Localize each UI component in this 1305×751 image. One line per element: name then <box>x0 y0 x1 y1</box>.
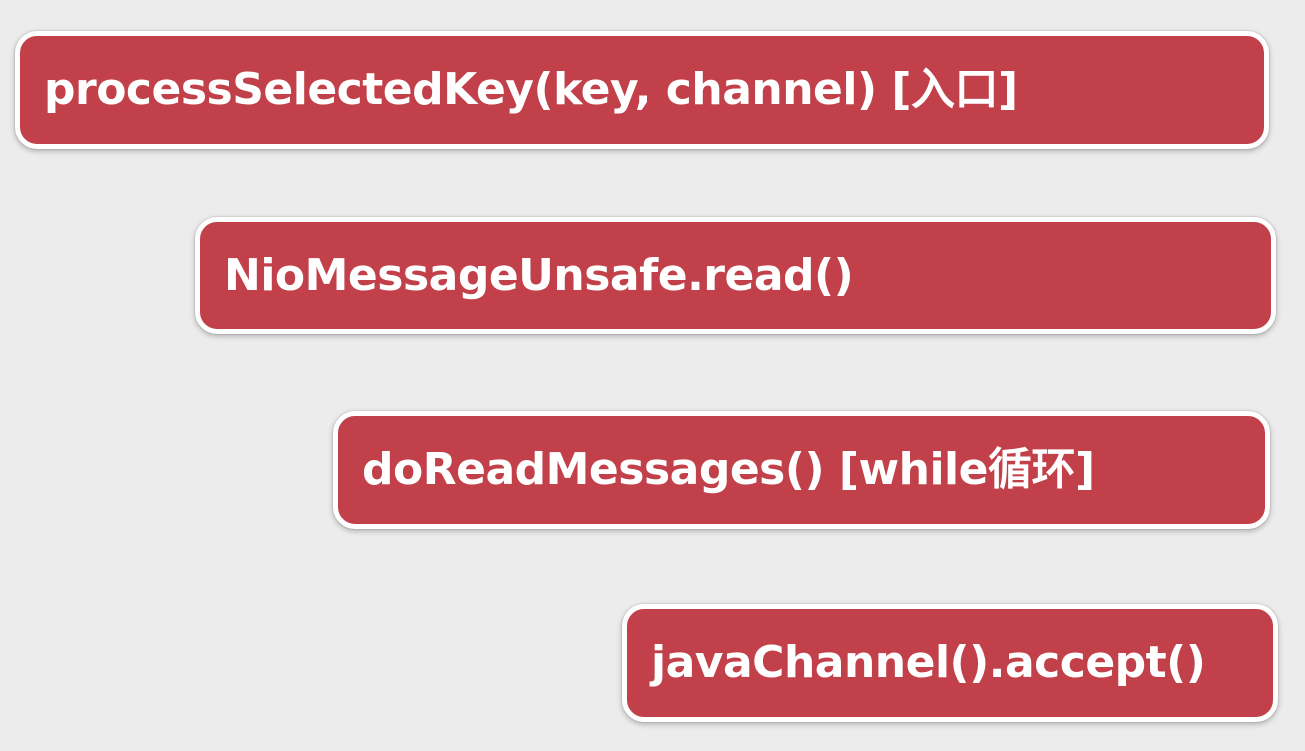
step-java-channel-accept: javaChannel().accept() <box>622 604 1278 722</box>
step-label-do-read-messages: doReadMessages() [while循环] <box>362 444 1095 495</box>
step-label-nio-message-unsafe-read: NioMessageUnsafe.read() <box>224 249 854 301</box>
step-process-selected-key: processSelectedKey(key, channel) [入口] <box>15 31 1269 149</box>
step-label-java-channel-accept: javaChannel().accept() <box>651 637 1206 688</box>
step-do-read-messages: doReadMessages() [while循环] <box>333 411 1270 529</box>
step-nio-message-unsafe-read: NioMessageUnsafe.read() <box>195 217 1276 334</box>
step-label-process-selected-key: processSelectedKey(key, channel) [入口] <box>44 64 1018 115</box>
